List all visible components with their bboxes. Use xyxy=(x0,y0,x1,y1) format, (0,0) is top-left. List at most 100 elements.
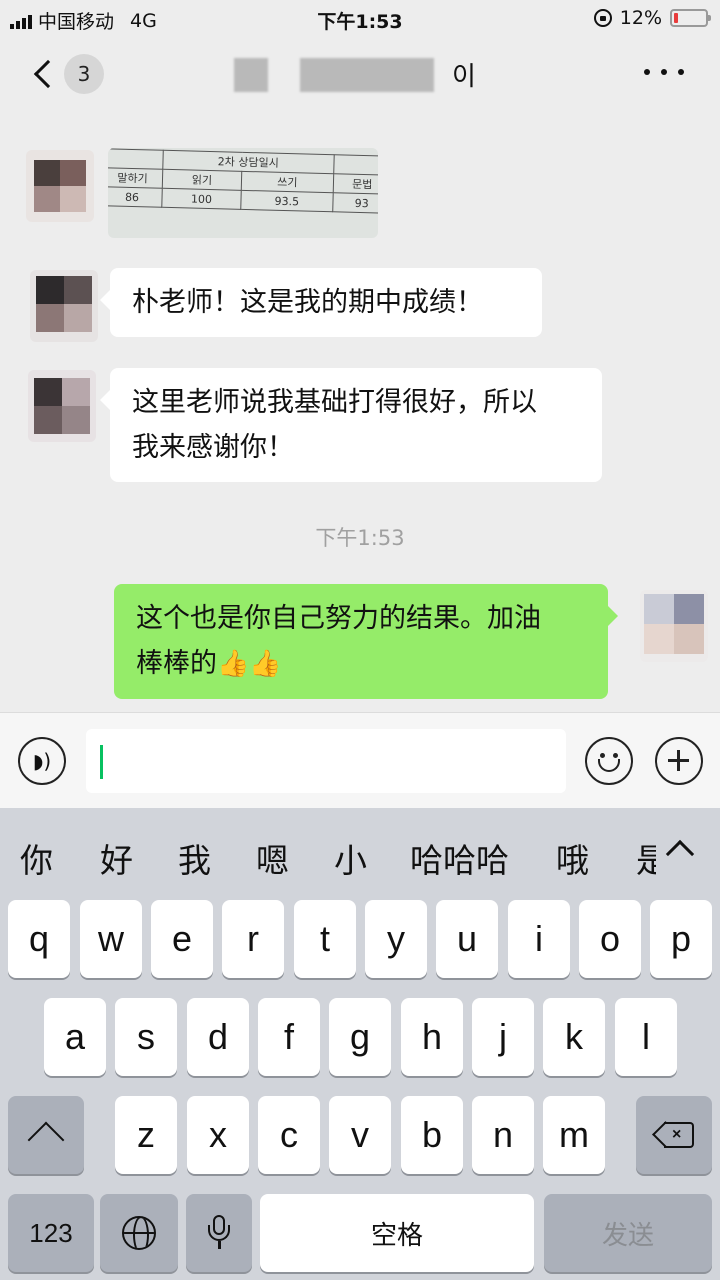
key-f[interactable]: f xyxy=(258,998,320,1076)
chat-title-fragment: 이 xyxy=(452,62,476,92)
candidate-word[interactable]: 哈哈哈 xyxy=(410,834,509,882)
chevron-up-icon[interactable] xyxy=(665,839,695,869)
message-text-fragment: 棒棒的 xyxy=(136,648,217,679)
key-t[interactable]: t xyxy=(294,900,356,978)
status-right: 12% xyxy=(593,7,711,29)
candidate-word[interactable]: 小 xyxy=(334,834,367,882)
globe-key[interactable] xyxy=(100,1194,178,1272)
candidate-word[interactable]: 哦 xyxy=(556,834,589,882)
score-value: 86 xyxy=(108,186,163,208)
rotation-lock-icon xyxy=(593,9,612,27)
key-n[interactable]: n xyxy=(472,1096,534,1174)
backspace-icon: × xyxy=(652,1121,694,1148)
redacted-name-block xyxy=(234,58,268,92)
send-key[interactable]: 发送 xyxy=(544,1194,712,1272)
candidate-word[interactable]: 我 xyxy=(178,834,211,882)
key-a[interactable]: a xyxy=(44,998,106,1076)
key-h[interactable]: h xyxy=(401,998,463,1076)
key-b[interactable]: b xyxy=(401,1096,463,1174)
contact-avatar[interactable] xyxy=(26,150,94,222)
candidate-bar: 你 好 我 嗯 小 哈哈哈 哦 是 xyxy=(0,808,720,896)
candidate-word[interactable]: 是 xyxy=(636,834,656,876)
battery-fill xyxy=(674,13,678,23)
message-input[interactable] xyxy=(86,729,566,793)
key-w[interactable]: w xyxy=(80,900,142,978)
score-value: 100 xyxy=(161,188,242,210)
key-z[interactable]: z xyxy=(115,1096,177,1174)
score-header: 읽기 xyxy=(162,169,242,191)
score-value: 93 xyxy=(332,192,378,214)
more-options-button[interactable] xyxy=(644,60,684,84)
key-j[interactable]: j xyxy=(472,998,534,1076)
dictation-key[interactable] xyxy=(186,1194,252,1272)
microphone-icon xyxy=(207,1215,231,1251)
numbers-key[interactable]: 123 xyxy=(8,1194,94,1272)
message-bubble-sent[interactable]: 这个也是你自己努力的结果。加油 棒棒的👍👍 xyxy=(114,584,618,699)
shift-key[interactable] xyxy=(8,1096,84,1174)
back-button[interactable]: 3 xyxy=(28,50,118,98)
emoji-eye xyxy=(600,753,605,758)
message-text-line: 这里老师说我基础打得很好，所以 xyxy=(132,387,537,418)
candidate-word[interactable]: 你 xyxy=(20,834,53,882)
key-c[interactable]: c xyxy=(258,1096,320,1174)
battery-icon xyxy=(670,9,711,27)
key-d[interactable]: d xyxy=(187,998,249,1076)
globe-icon xyxy=(122,1216,156,1250)
candidate-word[interactable]: 好 xyxy=(100,834,133,882)
key-o[interactable]: o xyxy=(579,900,641,978)
status-bar: 中国移动 4G 下午1:53 12% xyxy=(0,0,720,36)
voice-input-button[interactable]: ◗) xyxy=(18,737,66,785)
dot-icon xyxy=(678,69,684,75)
thumbs-up-icon: 👍👍 xyxy=(217,649,282,679)
key-p[interactable]: p xyxy=(650,900,712,978)
backspace-key[interactable]: × xyxy=(636,1096,712,1174)
message-bubble-received[interactable]: 朴老师！这是我的期中成绩！ xyxy=(100,268,542,337)
keyboard: 你 好 我 嗯 小 哈哈哈 哦 是 q w e r t y u i o p a … xyxy=(0,808,720,1280)
redacted-name-block xyxy=(300,58,434,92)
key-m[interactable]: m xyxy=(543,1096,605,1174)
key-s[interactable]: s xyxy=(115,998,177,1076)
emoji-button[interactable] xyxy=(585,737,633,785)
unread-count-badge: 3 xyxy=(64,54,104,94)
space-key[interactable]: 空格 xyxy=(260,1194,534,1272)
key-i[interactable]: i xyxy=(508,900,570,978)
dot-icon xyxy=(661,69,667,75)
emoji-eye xyxy=(613,753,618,758)
key-y[interactable]: y xyxy=(365,900,427,978)
key-k[interactable]: k xyxy=(543,998,605,1076)
key-x[interactable]: x xyxy=(187,1096,249,1174)
shift-icon xyxy=(27,1121,65,1159)
message-bubble-received[interactable]: 这里老师说我基础打得很好，所以 我来感谢你！ xyxy=(100,368,602,482)
message-text-line: 我来感谢你！ xyxy=(132,432,294,463)
chat-title[interactable]: 이 xyxy=(230,46,480,98)
contact-avatar[interactable] xyxy=(30,270,98,342)
message-text-line: 这个也是你自己努力的结果。加油 xyxy=(136,603,541,634)
candidate-word[interactable]: 嗯 xyxy=(256,834,289,882)
score-header: 문법 xyxy=(332,173,378,195)
candidate-clip: 是 xyxy=(630,834,656,876)
chat-header: 3 이 xyxy=(0,36,720,112)
message-text: 朴老师！这是我的期中成绩！ xyxy=(132,287,483,318)
key-r[interactable]: r xyxy=(222,900,284,978)
score-value: 93.5 xyxy=(240,190,333,212)
contact-avatar[interactable] xyxy=(28,370,96,442)
key-g[interactable]: g xyxy=(329,998,391,1076)
battery-percent: 12% xyxy=(619,7,662,29)
message-text-line: 棒棒的👍👍 xyxy=(136,641,586,687)
key-v[interactable]: v xyxy=(329,1096,391,1174)
dot-icon xyxy=(644,69,650,75)
key-u[interactable]: u xyxy=(436,900,498,978)
score-header: 말하기 xyxy=(108,167,163,189)
score-sheet-photo: 2차 상담일시 말하기 읽기 쓰기 문법 86 100 93.5 93 xyxy=(108,148,378,214)
key-l[interactable]: l xyxy=(615,998,677,1076)
key-q[interactable]: q xyxy=(8,900,70,978)
more-functions-button[interactable] xyxy=(655,737,703,785)
score-header: 쓰기 xyxy=(241,171,334,193)
text-caret xyxy=(100,745,103,779)
chevron-left-icon xyxy=(33,59,63,89)
key-e[interactable]: e xyxy=(151,900,213,978)
photo-message[interactable]: 2차 상담일시 말하기 읽기 쓰기 문법 86 100 93.5 93 xyxy=(108,148,378,238)
my-avatar[interactable] xyxy=(640,590,708,662)
smile-icon xyxy=(598,759,620,772)
voice-icon: ◗) xyxy=(32,749,52,773)
